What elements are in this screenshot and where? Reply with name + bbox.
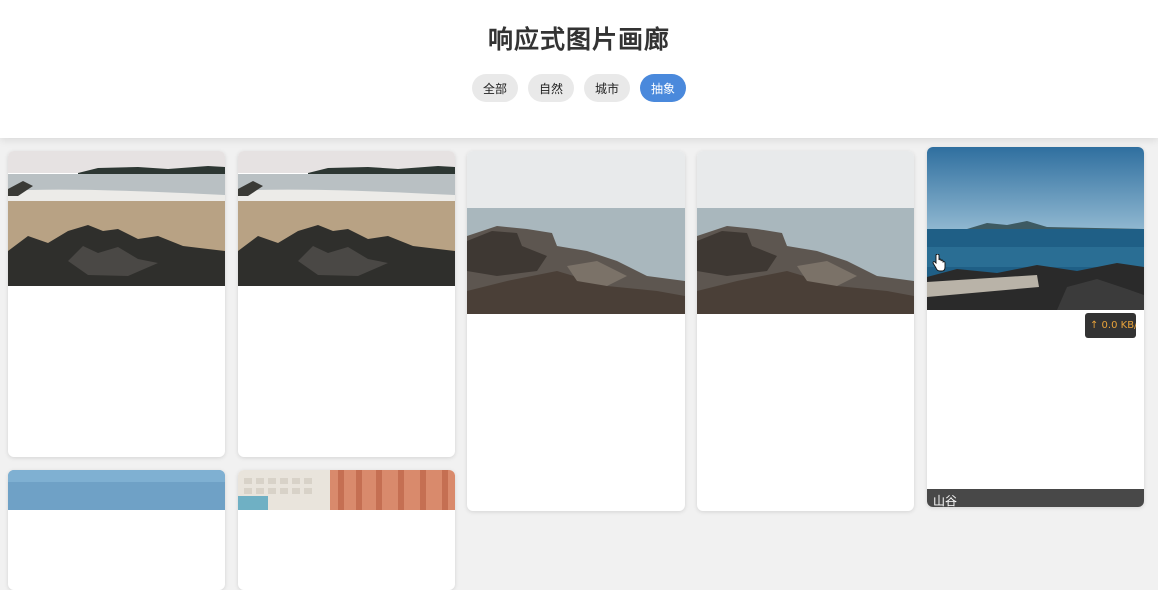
filter-abstract-button[interactable]: 抽象 — [640, 74, 687, 102]
blue-sea-driftwood-photo — [927, 147, 1144, 310]
image-caption: 山谷 — [927, 489, 1144, 507]
rocky-shore-photo — [697, 151, 914, 314]
gallery-card[interactable] — [467, 151, 685, 511]
network-speed-badge: ↑ 0.0 KB/ — [1085, 313, 1136, 338]
keyboard-curtain-photo — [238, 470, 455, 510]
page-title: 响应式图片画廊 — [487, 25, 670, 54]
gallery-card[interactable] — [238, 151, 455, 457]
filter-bar: 全部 自然 城市 抽象 — [0, 74, 1158, 102]
gallery-card[interactable] — [8, 151, 225, 457]
filter-all-button[interactable]: 全部 — [471, 74, 518, 102]
gallery-card[interactable] — [238, 470, 455, 590]
gallery-card[interactable] — [8, 470, 225, 590]
filter-nature-button[interactable]: 自然 — [527, 74, 574, 102]
beach-rocks-photo — [238, 151, 455, 286]
hand-cursor-icon — [932, 254, 946, 272]
beach-rocks-photo — [8, 151, 225, 286]
rocky-shore-photo — [467, 151, 685, 314]
sky-photo — [8, 470, 225, 510]
gallery-card[interactable] — [697, 151, 914, 511]
filter-city-button[interactable]: 城市 — [584, 74, 631, 102]
page-header: 响应式图片画廊 全部 自然 城市 抽象 — [0, 0, 1158, 138]
upload-speed-text: ↑ 0.0 KB/ — [1090, 320, 1136, 331]
